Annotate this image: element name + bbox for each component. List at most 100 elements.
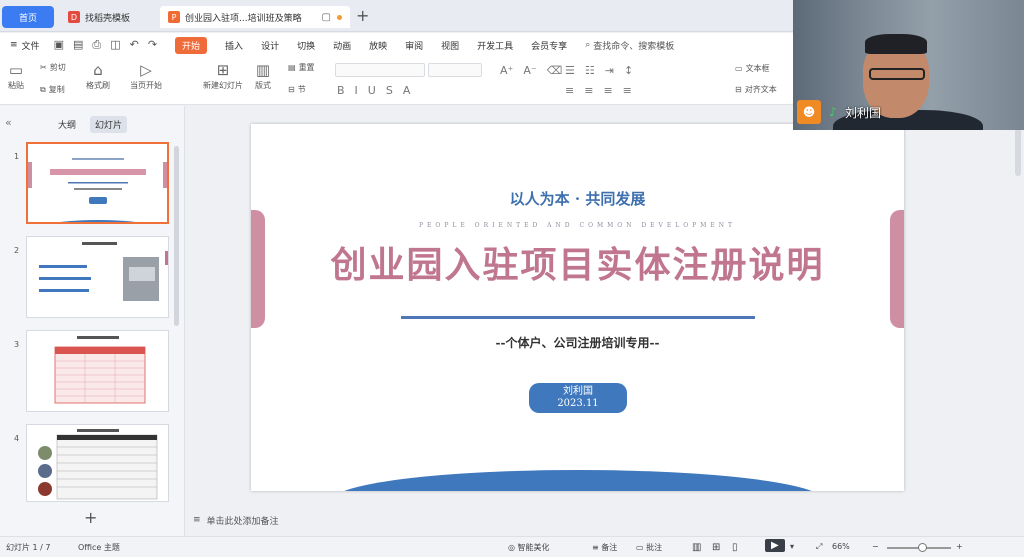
new-tab-button[interactable]: + [356, 6, 369, 26]
play-slideshow-button[interactable]: ▶ [765, 539, 785, 552]
underline-icon[interactable]: U [368, 84, 376, 97]
menu-insert[interactable]: 插入 [225, 39, 243, 52]
shrink-font-icon[interactable]: A⁻ [523, 64, 536, 77]
bottom-blue-arc [333, 470, 823, 491]
zoom-out-icon[interactable]: − [872, 542, 879, 551]
align-right-icon[interactable]: ≡ [603, 84, 612, 97]
font-color-icon[interactable]: A [403, 84, 411, 97]
slide-1-preview [28, 158, 167, 222]
reset-button[interactable]: ▤ 重置 [288, 62, 315, 73]
slide-number: 4 [14, 434, 20, 443]
fit-window-icon[interactable]: ⤢ [816, 542, 822, 552]
line-spacing-icon[interactable]: ↕ [624, 64, 633, 77]
sorter-view-icon[interactable]: ⊞ [712, 542, 720, 553]
slide-date: 2023.11 [557, 398, 599, 409]
search-icon: ⌕ [585, 40, 591, 50]
user-avatar-icon: ☻ [797, 100, 821, 124]
start-from-current-label: 当页开始 [130, 81, 162, 90]
current-slide[interactable]: 以人为本 · 共同发展 PEOPLE ORIENTED AND COMMON D… [251, 124, 904, 491]
align-text-button[interactable]: ⊟ 对齐文本 [735, 84, 777, 95]
brush-icon: ⌂ [93, 61, 103, 79]
font-size-select[interactable] [428, 63, 482, 77]
bold-icon[interactable]: B [337, 84, 345, 97]
slide-3-preview [54, 336, 146, 404]
menu-design[interactable]: 设计 [261, 39, 279, 52]
smart-beautify-button[interactable]: ◎ 智能美化 [508, 542, 550, 553]
tab-document[interactable]: P 创业园入驻项...培训班及策略 ▢ [160, 6, 350, 28]
collapse-panel-icon[interactable]: « [5, 116, 12, 129]
export-pdf-icon[interactable]: ▤ [73, 38, 83, 52]
new-slide-icon: ⊞ [216, 61, 230, 79]
grow-font-icon[interactable]: A⁺ [500, 64, 513, 77]
hamburger-icon: ≡ [10, 40, 18, 50]
redo-icon[interactable]: ↷ [148, 38, 157, 52]
notes-area[interactable]: ≡ 单击此处添加备注 [185, 508, 1024, 532]
slide-thumbnail-3[interactable] [26, 330, 169, 412]
copy-button[interactable]: ⧉ 复制 [40, 84, 65, 95]
indent-icon[interactable]: ⇥ [605, 64, 614, 77]
strikethrough-icon[interactable]: S [386, 84, 393, 97]
menu-transition[interactable]: 切换 [297, 39, 315, 52]
align-left-icon[interactable]: ≡ [565, 84, 574, 97]
slide-subtitle: --个体户、公司注册培训专用-- [495, 336, 660, 350]
slide-canvas: 以人为本 · 共同发展 PEOPLE ORIENTED AND COMMON D… [185, 106, 1024, 536]
italic-icon[interactable]: I [355, 84, 358, 97]
normal-view-icon[interactable]: ▥ [692, 542, 701, 553]
layout-button[interactable]: ▥ 版式 [255, 60, 271, 91]
preview-icon[interactable]: ◫ [110, 38, 120, 52]
add-slide-button[interactable]: + [84, 508, 97, 527]
outline-tab[interactable]: 大纲 [58, 118, 76, 131]
section-button[interactable]: ⊟ 节 [288, 84, 306, 95]
text-box-label: 文本框 [745, 64, 770, 73]
reading-view-icon[interactable]: ▯ [732, 542, 738, 553]
start-from-current-button[interactable]: ▷ 当页开始 [130, 60, 162, 91]
paste-button[interactable]: ▭ 粘贴 [8, 60, 24, 91]
tab-close-icon[interactable]: ▢ [322, 12, 331, 23]
font-size-adjust-group: A⁺ A⁻ ⌫ [500, 64, 562, 77]
zoom-level[interactable]: 66% [832, 542, 850, 551]
font-family-select[interactable] [335, 63, 425, 77]
text-box-button[interactable]: ▭ 文本框 [735, 63, 770, 74]
comments-button[interactable]: ▭ 批注 [636, 542, 662, 553]
cut-button[interactable]: ✂ 剪切 [40, 62, 66, 73]
numbering-icon[interactable]: ☷ [585, 64, 595, 77]
notes-toggle-icon: ≡ [592, 543, 602, 552]
menu-home[interactable]: 开始 [175, 36, 208, 54]
tab-template[interactable]: D 找稻壳模板 [60, 6, 155, 28]
text-box-icon: ▭ [735, 64, 743, 73]
zoom-slider-knob[interactable] [918, 543, 927, 552]
slides-tab[interactable]: 幻灯片 [90, 116, 128, 133]
docer-icon: D [68, 11, 80, 23]
thumbnail-scrollbar[interactable] [174, 146, 179, 326]
play-options-icon[interactable]: ▾ [790, 542, 794, 551]
menu-slideshow[interactable]: 放映 [369, 39, 387, 52]
menu-view[interactable]: 视图 [441, 39, 459, 52]
title-divider [401, 316, 755, 319]
print-icon[interactable]: ⎙ [92, 38, 101, 52]
undo-icon[interactable]: ↶ [130, 38, 139, 52]
menu-member[interactable]: 会员专享 [531, 39, 567, 52]
bullets-icon[interactable]: ☰ [565, 64, 575, 77]
notes-toggle-button[interactable]: ≡ 备注 [592, 542, 617, 553]
menu-review[interactable]: 审阅 [405, 39, 423, 52]
slide-count: 幻灯片 1 / 7 [6, 543, 51, 552]
tab-home[interactable]: 首页 [2, 6, 54, 28]
align-center-icon[interactable]: ≡ [584, 84, 593, 97]
clear-format-icon[interactable]: ⌫ [547, 64, 563, 77]
command-search[interactable]: ⌕ 查找命令、搜索模板 [585, 39, 674, 52]
slide-thumbnail-2[interactable] [26, 236, 169, 318]
justify-icon[interactable]: ≡ [623, 84, 632, 97]
slide-thumbnail-4[interactable] [26, 424, 169, 502]
save-icon[interactable]: ▣ [54, 38, 64, 52]
slide-thumbnail-1[interactable] [26, 142, 169, 224]
menu-developer[interactable]: 开发工具 [477, 39, 513, 52]
panel-header: « 大纲 幻灯片 [0, 114, 185, 133]
notes-placeholder: 单击此处添加备注 [206, 516, 279, 527]
file-menu[interactable]: ≡ 文件 [10, 39, 40, 52]
smart-beautify-label: 智能美化 [517, 543, 550, 552]
zoom-in-icon[interactable]: + [956, 542, 963, 551]
new-slide-button[interactable]: ⊞ 新建幻灯片 [203, 60, 243, 91]
menu-animation[interactable]: 动画 [333, 39, 351, 52]
format-painter-button[interactable]: ⌂ 格式刷 [86, 60, 110, 91]
microphone-icon[interactable]: ♪ [827, 104, 839, 120]
